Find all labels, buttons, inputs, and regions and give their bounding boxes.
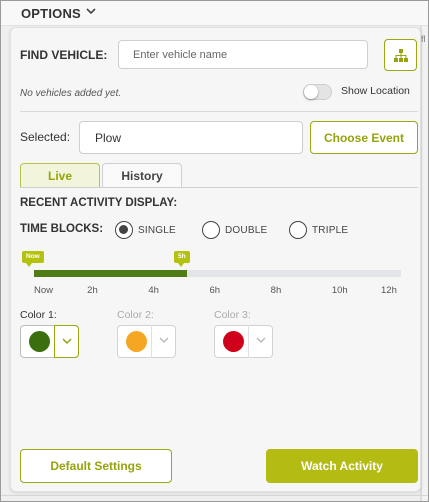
color-2-swatch: [126, 331, 147, 352]
divider: [20, 111, 418, 112]
choose-event-button[interactable]: Choose Event: [310, 121, 418, 154]
timeline-tick-label: 6h: [209, 285, 221, 296]
radio-triple-label: TRIPLE: [312, 225, 349, 236]
chevron-down-icon: [256, 337, 266, 344]
no-vehicles-message: No vehicles added yet.: [20, 88, 122, 99]
hierarchy-icon: [394, 49, 408, 62]
show-location-toggle[interactable]: [303, 84, 332, 100]
radio-double[interactable]: [202, 221, 220, 239]
color-3-dropdown[interactable]: [248, 325, 273, 358]
timeline-tick-label: 8h: [270, 285, 282, 296]
timeline-tick-label: 4h: [148, 285, 159, 296]
timeline-end-flag[interactable]: 5h: [174, 251, 190, 267]
chevron-down-icon[interactable]: [84, 4, 98, 18]
color-2-label: Color 2:: [117, 309, 154, 321]
color-1-swatch: [29, 331, 50, 352]
chevron-down-icon: [62, 338, 72, 345]
color-2-picker[interactable]: [117, 325, 176, 358]
timeline-tick-label: Now: [34, 285, 54, 296]
tab-live[interactable]: Live: [20, 163, 100, 188]
timeline-tick-label: 12h: [381, 285, 397, 296]
options-header[interactable]: OPTIONS: [0, 0, 429, 26]
toggle-knob: [304, 85, 318, 99]
tabs-underline: [20, 187, 418, 188]
recent-activity-title: RECENT ACTIVITY DISPLAY:: [20, 197, 178, 209]
color-1-dropdown[interactable]: [54, 325, 79, 358]
radio-triple[interactable]: [289, 221, 307, 239]
options-panel: FIND VEHICLE: No vehicles added yet. Sho…: [10, 27, 421, 492]
map-road: [0, 495, 429, 496]
timeline-tick-label: 2h: [87, 285, 98, 296]
timeline-track[interactable]: [34, 270, 401, 277]
radio-double-label: DOUBLE: [225, 225, 268, 236]
options-title: OPTIONS: [21, 6, 81, 21]
color-1-label: Color 1:: [20, 309, 57, 321]
watch-activity-button[interactable]: Watch Activity: [266, 449, 418, 483]
default-settings-button[interactable]: Default Settings: [20, 449, 172, 483]
tab-history[interactable]: History: [102, 163, 182, 188]
timeline-tick-label: 10h: [331, 285, 348, 296]
timeline-start-flag: Now: [22, 251, 44, 267]
show-location-label: Show Location: [341, 85, 410, 97]
color-3-label: Color 3:: [214, 309, 251, 321]
find-vehicle-label: FIND VEHICLE:: [20, 48, 108, 62]
vehicle-search-input[interactable]: [118, 40, 368, 69]
vehicle-tree-button[interactable]: [384, 39, 417, 71]
timeline-fill: [34, 270, 187, 277]
radio-single[interactable]: [115, 221, 133, 239]
color-3-picker[interactable]: [214, 325, 273, 358]
color-2-dropdown[interactable]: [151, 325, 176, 358]
time-blocks-label: TIME BLOCKS:: [20, 223, 104, 235]
selected-label: Selected:: [20, 130, 71, 144]
radio-single-label: SINGLE: [138, 225, 176, 236]
map-text: fl: [421, 34, 426, 44]
color-1-picker[interactable]: [20, 325, 79, 358]
color-3-swatch: [223, 331, 244, 352]
chevron-down-icon: [159, 337, 169, 344]
selected-value-field[interactable]: Plow: [79, 121, 303, 154]
